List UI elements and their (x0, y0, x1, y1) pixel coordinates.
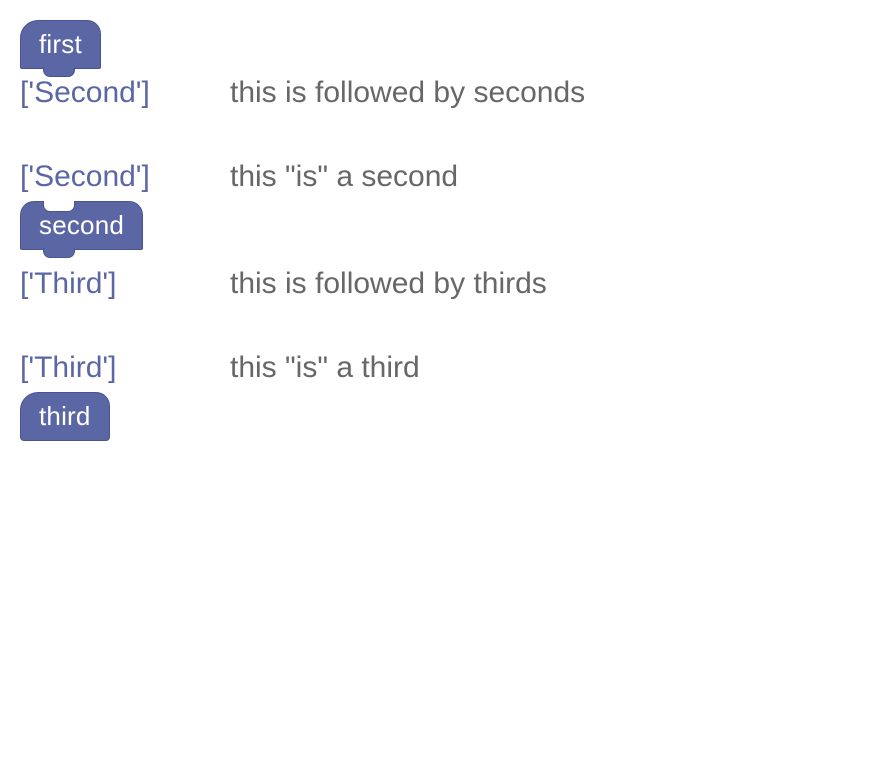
block-label: third (39, 401, 91, 432)
term-third-1: ['Third'] (20, 266, 230, 302)
definition-row: ['Second'] this "is" a second (20, 159, 856, 195)
definition-row: ['Third'] this is followed by thirds (20, 266, 856, 302)
desc-third-followed: this is followed by thirds (230, 266, 547, 302)
definition-row: ['Second'] this is followed by seconds (20, 75, 856, 111)
term-third-2: ['Third'] (20, 350, 230, 386)
block-label: second (39, 210, 124, 241)
definition-row: ['Third'] this "is" a third (20, 350, 856, 386)
spacer-small (20, 256, 856, 262)
term-second-2: ['Second'] (20, 159, 230, 195)
desc-second-is: this "is" a second (230, 159, 458, 195)
term-second-1: ['Second'] (20, 75, 230, 111)
block-first[interactable]: first (20, 20, 101, 69)
block-third[interactable]: third (20, 392, 110, 441)
spacer (20, 308, 856, 346)
content-wrap: first ['Second'] this is followed by sec… (20, 20, 856, 443)
desc-second-followed: this is followed by seconds (230, 75, 585, 111)
spacer (20, 117, 856, 155)
block-label: first (39, 29, 82, 60)
desc-third-is: this "is" a third (230, 350, 420, 386)
block-second[interactable]: second (20, 201, 143, 250)
